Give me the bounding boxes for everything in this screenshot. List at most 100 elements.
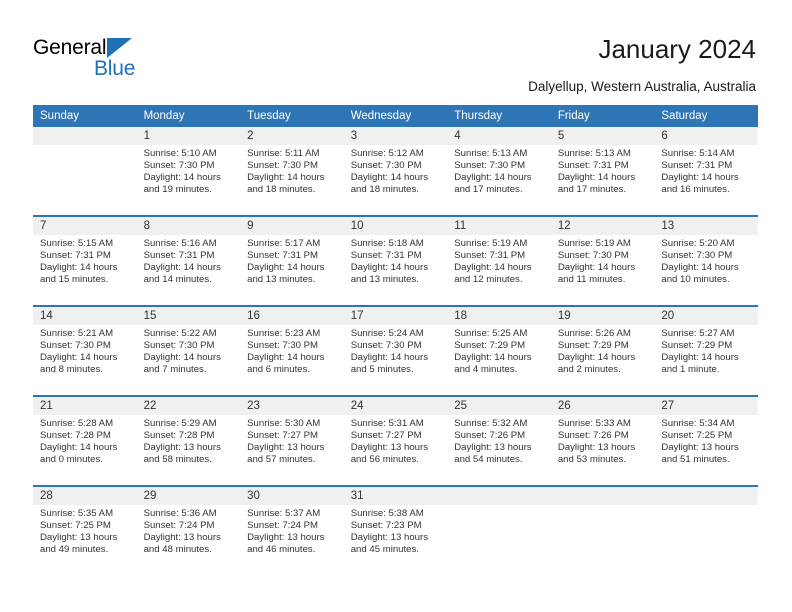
sunset-time: Sunset: 7:30 PM — [350, 160, 422, 172]
day-number — [447, 487, 551, 505]
daylight-duration-line1: Daylight: 13 hours — [454, 442, 532, 454]
day-sun-info: Sunrise: 5:29 AM Sunset: 7:28 PM Daylight:… — [137, 415, 241, 466]
day-sun-info: Sunrise: 5:18 AM Sunset: 7:31 PM Daylight:… — [344, 235, 448, 286]
calendar-day-cell[interactable]: 23 Sunrise: 5:30 AM Sunset: 7:27 PM Dayligh… — [240, 397, 344, 485]
calendar-day-cell[interactable]: 11 Sunrise: 5:19 AM Sunset: 7:31 PM Dayligh… — [447, 217, 551, 305]
day-number: 9 — [240, 217, 344, 235]
calendar-day-cell[interactable]: 28 Sunrise: 5:35 AM Sunset: 7:25 PM Dayligh… — [33, 487, 137, 575]
calendar-week-row: 14 Sunrise: 5:21 AM Sunset: 7:30 PM Dayligh… — [33, 307, 758, 395]
page-header: General Blue January 2024 Dalyellup, Wes… — [0, 0, 792, 100]
calendar-day-cell[interactable]: 24 Sunrise: 5:31 AM Sunset: 7:27 PM Dayligh… — [343, 397, 448, 485]
daylight-duration-line2: and 13 minutes. — [247, 274, 316, 286]
day-number: 29 — [136, 487, 241, 505]
calendar-day-cell[interactable]: 16 Sunrise: 5:23 AM Sunset: 7:30 PM Dayligh… — [240, 307, 344, 395]
day-number: 12 — [550, 217, 655, 235]
calendar-day-cell[interactable]: 21 Sunrise: 5:28 AM Sunset: 7:28 PM Dayligh… — [33, 397, 137, 485]
calendar-day-cell[interactable]: 29 Sunrise: 5:36 AM Sunset: 7:24 PM Dayligh… — [136, 487, 241, 575]
sunrise-time: Sunrise: 5:11 AM — [247, 148, 320, 159]
day-sun-info: Sunrise: 5:35 AM Sunset: 7:25 PM Daylight:… — [33, 505, 137, 556]
calendar-day-cell[interactable]: 4 Sunrise: 5:13 AM Sunset: 7:30 PM Daylight… — [447, 127, 551, 215]
weekday-header-wednesday: Wednesday — [343, 105, 448, 127]
daylight-duration-line2: and 8 minutes. — [40, 364, 103, 376]
sunset-time: Sunset: 7:30 PM — [40, 340, 111, 352]
calendar-day-cell[interactable]: 18 Sunrise: 5:25 AM Sunset: 7:29 PM Dayligh… — [447, 307, 551, 395]
calendar-day-cell-empty — [550, 487, 655, 575]
weekday-header-sunday: Sunday — [33, 105, 137, 127]
daylight-duration-line2: and 48 minutes. — [143, 544, 212, 556]
calendar-grid: Sunday Monday Tuesday Wednesday Thursday… — [33, 105, 758, 575]
logo-triangle-icon — [107, 38, 132, 58]
day-number: 4 — [447, 127, 551, 145]
calendar-day-cell[interactable]: 3 Sunrise: 5:12 AM Sunset: 7:30 PM Daylight… — [343, 127, 448, 215]
weekday-header-friday: Friday — [550, 105, 655, 127]
weekday-header-monday: Monday — [136, 105, 241, 127]
sunrise-time: Sunrise: 5:31 AM — [350, 418, 424, 429]
calendar-day-cell[interactable]: 7 Sunrise: 5:15 AM Sunset: 7:31 PM Daylight… — [33, 217, 137, 305]
day-sun-info: Sunrise: 5:31 AM Sunset: 7:27 PM Daylight:… — [344, 415, 448, 466]
weekday-header-saturday: Saturday — [654, 105, 758, 127]
calendar-day-cell[interactable]: 27 Sunrise: 5:34 AM Sunset: 7:25 PM Dayligh… — [654, 397, 758, 485]
day-sun-info: Sunrise: 5:28 AM Sunset: 7:28 PM Daylight:… — [33, 415, 137, 466]
day-number: 1 — [136, 127, 241, 145]
daylight-duration-line2: and 17 minutes. — [557, 184, 627, 196]
daylight-duration-line1: Daylight: 14 hours — [454, 262, 532, 274]
calendar-day-cell[interactable]: 17 Sunrise: 5:24 AM Sunset: 7:30 PM Dayligh… — [343, 307, 448, 395]
calendar-day-cell[interactable]: 31 Sunrise: 5:38 AM Sunset: 7:23 PM Dayligh… — [343, 487, 448, 575]
calendar-day-cell[interactable]: 30 Sunrise: 5:37 AM Sunset: 7:24 PM Dayligh… — [240, 487, 344, 575]
calendar-day-cell[interactable]: 8 Sunrise: 5:16 AM Sunset: 7:31 PM Daylight… — [136, 217, 241, 305]
sunset-time: Sunset: 7:31 PM — [350, 250, 422, 262]
day-sun-info: Sunrise: 5:16 AM Sunset: 7:31 PM Daylight:… — [137, 235, 241, 286]
calendar-day-cell[interactable]: 10 Sunrise: 5:18 AM Sunset: 7:31 PM Dayligh… — [343, 217, 448, 305]
sunset-time: Sunset: 7:23 PM — [350, 520, 422, 532]
sunrise-time: Sunrise: 5:14 AM — [661, 148, 735, 159]
calendar-day-cell[interactable]: 15 Sunrise: 5:22 AM Sunset: 7:30 PM Dayligh… — [136, 307, 241, 395]
daylight-duration-line1: Daylight: 14 hours — [40, 352, 118, 364]
logo-text-blue: Blue — [94, 57, 136, 80]
calendar-day-cell[interactable]: 13 Sunrise: 5:20 AM Sunset: 7:30 PM Dayligh… — [654, 217, 758, 305]
sunrise-time: Sunrise: 5:37 AM — [247, 508, 321, 519]
day-number: 27 — [654, 397, 758, 415]
day-number: 10 — [343, 217, 448, 235]
day-number: 31 — [343, 487, 448, 505]
sunrise-time: Sunrise: 5:34 AM — [661, 418, 735, 429]
daylight-duration-line1: Daylight: 14 hours — [454, 172, 532, 184]
day-number: 8 — [136, 217, 241, 235]
daylight-duration-line2: and 51 minutes. — [661, 454, 730, 466]
calendar-day-cell[interactable]: 2 Sunrise: 5:11 AM Sunset: 7:30 PM Daylight… — [240, 127, 344, 215]
day-number: 3 — [343, 127, 448, 145]
sunrise-time: Sunrise: 5:30 AM — [247, 418, 321, 429]
sunrise-time: Sunrise: 5:19 AM — [454, 238, 528, 249]
calendar-day-cell[interactable]: 9 Sunrise: 5:17 AM Sunset: 7:31 PM Daylight… — [240, 217, 344, 305]
calendar-day-cell[interactable]: 12 Sunrise: 5:19 AM Sunset: 7:30 PM Dayligh… — [550, 217, 655, 305]
calendar-day-cell[interactable]: 26 Sunrise: 5:33 AM Sunset: 7:26 PM Dayligh… — [550, 397, 655, 485]
daylight-duration-line1: Daylight: 13 hours — [40, 532, 118, 544]
calendar-day-cell[interactable]: 1 Sunrise: 5:10 AM Sunset: 7:30 PM Daylight… — [136, 127, 241, 215]
daylight-duration-line1: Daylight: 13 hours — [247, 442, 325, 454]
daylight-duration-line1: Daylight: 14 hours — [143, 262, 221, 274]
sunset-time: Sunset: 7:24 PM — [143, 520, 215, 532]
sunrise-time: Sunrise: 5:10 AM — [143, 148, 217, 159]
day-sun-info: Sunrise: 5:33 AM Sunset: 7:26 PM Daylight:… — [551, 415, 655, 466]
calendar-day-cell[interactable]: 19 Sunrise: 5:26 AM Sunset: 7:29 PM Dayligh… — [550, 307, 655, 395]
calendar-day-cell-empty — [447, 487, 551, 575]
calendar-day-cell[interactable]: 25 Sunrise: 5:32 AM Sunset: 7:26 PM Dayligh… — [447, 397, 551, 485]
sunset-time: Sunset: 7:29 PM — [557, 340, 629, 352]
calendar-day-cell[interactable]: 20 Sunrise: 5:27 AM Sunset: 7:29 PM Dayligh… — [654, 307, 758, 395]
calendar-day-cell[interactable]: 22 Sunrise: 5:29 AM Sunset: 7:28 PM Dayligh… — [136, 397, 241, 485]
sunset-time: Sunset: 7:26 PM — [454, 430, 526, 442]
day-sun-info: Sunrise: 5:27 AM Sunset: 7:29 PM Daylight:… — [654, 325, 758, 376]
sunrise-time: Sunrise: 5:21 AM — [40, 328, 114, 339]
sunrise-time: Sunrise: 5:19 AM — [557, 238, 631, 249]
daylight-duration-line1: Daylight: 14 hours — [143, 172, 221, 184]
day-number: 24 — [343, 397, 448, 415]
calendar-day-cell[interactable]: 5 Sunrise: 5:13 AM Sunset: 7:31 PM Daylight… — [550, 127, 655, 215]
sunrise-time: Sunrise: 5:38 AM — [350, 508, 424, 519]
sunset-time: Sunset: 7:30 PM — [143, 340, 215, 352]
calendar-day-cell[interactable]: 14 Sunrise: 5:21 AM Sunset: 7:30 PM Dayligh… — [33, 307, 137, 395]
day-number: 30 — [240, 487, 344, 505]
daylight-duration-line2: and 45 minutes. — [350, 544, 419, 556]
day-number: 11 — [447, 217, 551, 235]
calendar-day-cell[interactable]: 6 Sunrise: 5:14 AM Sunset: 7:31 PM Daylight… — [654, 127, 758, 215]
sunset-time: Sunset: 7:31 PM — [661, 160, 733, 172]
general-blue-logo: General Blue — [33, 36, 163, 80]
